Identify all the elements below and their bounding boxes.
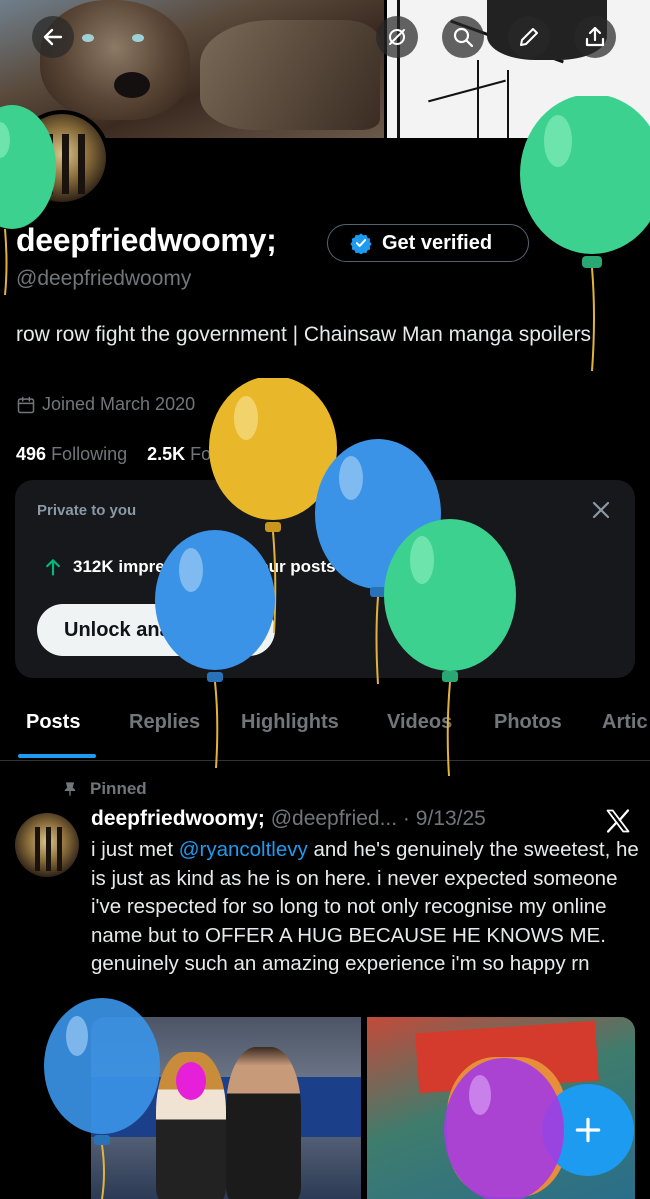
impressions-text: 312K impressions on your posts in the la… [73, 557, 478, 576]
get-verified-button[interactable]: Get verified [327, 224, 529, 262]
followers-label: Followers [190, 444, 268, 464]
post-author-name[interactable]: deepfriedwoomy; [91, 807, 265, 830]
post-date[interactable]: 9/13/25 [416, 807, 486, 830]
joined-text: Joined March 2020 [42, 394, 196, 414]
back-arrow-icon [43, 28, 63, 46]
search-button[interactable] [442, 16, 484, 58]
edit-button[interactable] [508, 16, 550, 58]
tab-replies[interactable]: Replies [129, 711, 200, 734]
follow-stats: 496 Following 2.5K Followers [16, 444, 267, 465]
mute-button[interactable] [376, 16, 418, 58]
share-button[interactable] [574, 16, 616, 58]
post-author-handle[interactable]: @deepfried... [271, 807, 397, 830]
tab-highlights[interactable]: Highlights [241, 711, 339, 734]
compose-post-button[interactable] [542, 1084, 634, 1176]
wolf-eye [132, 34, 144, 42]
active-tab-indicator [18, 754, 96, 758]
profile-handle: @deepfriedwoomy [16, 267, 192, 290]
tab-photos[interactable]: Photos [494, 711, 562, 734]
mute-circle-icon [389, 29, 405, 45]
back-button[interactable] [32, 16, 74, 58]
tab-posts[interactable]: Posts [26, 711, 80, 734]
followers-count: 2.5K [147, 444, 186, 464]
profile-bio: row row fight the government | Chainsaw … [16, 323, 592, 346]
redacted-face [176, 1062, 206, 1100]
unlock-analytics-button[interactable]: Unlock analytics [37, 604, 275, 656]
close-icon[interactable] [589, 498, 613, 522]
post-separator: · [397, 807, 416, 830]
post-photo-1[interactable] [91, 1017, 361, 1199]
wolf-nose [114, 72, 150, 98]
edit-pencil-icon [520, 28, 538, 46]
following-label: Following [51, 444, 128, 464]
search-icon [453, 27, 474, 48]
x-logo-icon[interactable] [604, 807, 632, 835]
pin-icon [64, 782, 76, 796]
person-right [226, 1047, 301, 1199]
following-link[interactable]: 496 Following [16, 444, 127, 464]
plus-icon [575, 1117, 601, 1143]
pinned-label: Pinned [90, 779, 147, 798]
post-author-avatar[interactable] [15, 813, 79, 877]
calendar-icon [17, 396, 35, 413]
profile-banner[interactable] [0, 0, 650, 138]
private-label: Private to you [37, 502, 137, 519]
post-header: deepfriedwoomy; @deepfried... · 9/13/25 [91, 807, 486, 831]
tab-articles[interactable]: Artic [602, 711, 648, 734]
wolf-eye [82, 34, 94, 42]
post-text-start: i just met [91, 838, 179, 861]
following-count: 496 [16, 444, 47, 464]
share-upload-icon [585, 26, 605, 47]
profile-tabs: Posts Replies Highlights Videos Photos A… [0, 700, 650, 761]
tab-videos[interactable]: Videos [387, 711, 452, 734]
display-name: deepfriedwoomy; [16, 222, 277, 258]
verified-badge-icon [350, 233, 372, 254]
wolf-body [200, 20, 380, 130]
impressions-row: 312K impressions on your posts in the la… [43, 557, 477, 577]
pinned-indicator: Pinned [62, 779, 147, 799]
up-arrow-icon [46, 559, 60, 576]
followers-link[interactable]: 2.5K Followers [147, 444, 267, 464]
get-verified-label: Get verified [382, 231, 493, 254]
post-mention-link[interactable]: @ryancoltlevy [179, 838, 308, 861]
post-text: i just met @ryancoltlevy and he's genuin… [91, 836, 646, 979]
joined-date: Joined March 2020 [16, 394, 195, 415]
profile-avatar[interactable] [14, 110, 110, 206]
analytics-card: Private to you 312K impressions on your … [15, 480, 635, 678]
